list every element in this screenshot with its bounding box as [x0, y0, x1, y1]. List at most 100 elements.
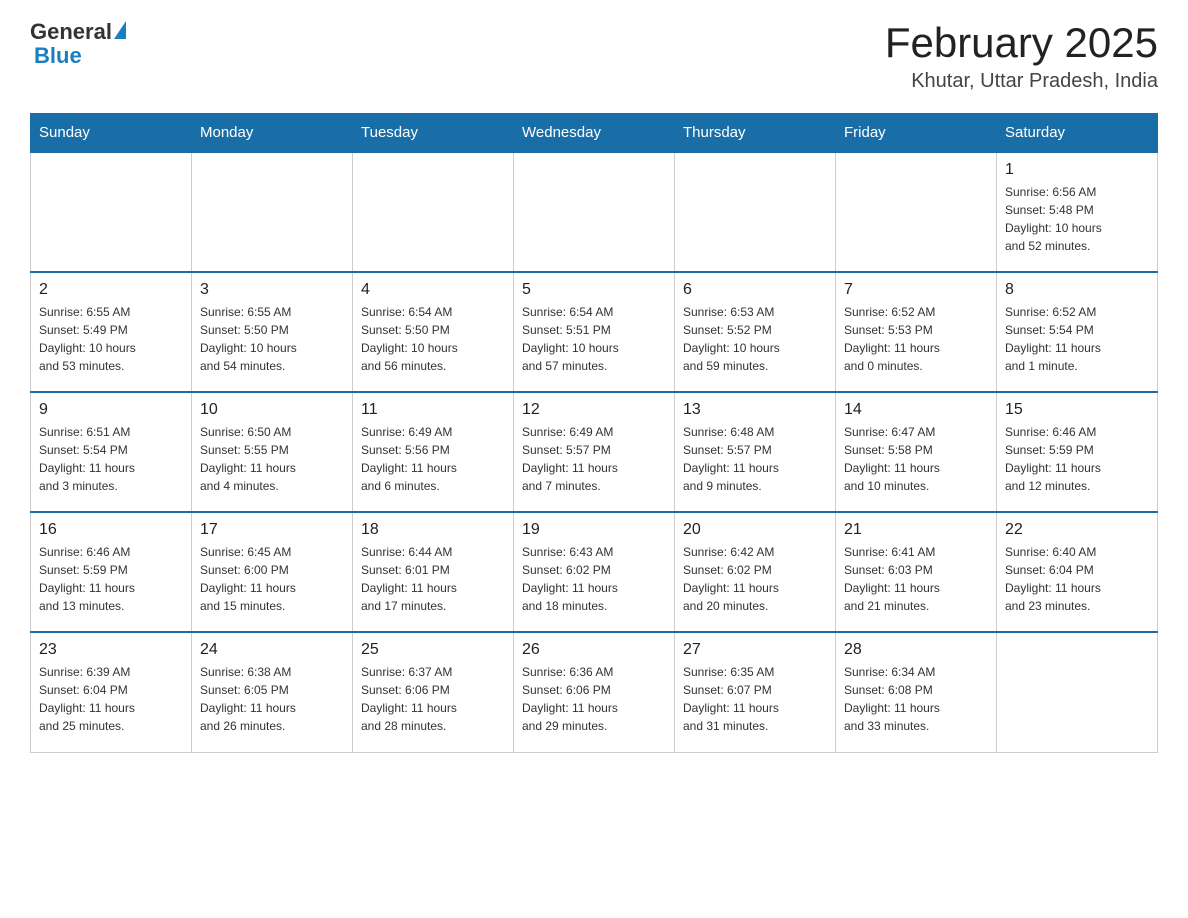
day-number: 9	[39, 401, 183, 419]
day-info: Sunrise: 6:52 AM Sunset: 5:53 PM Dayligh…	[844, 303, 988, 375]
day-number: 5	[522, 281, 666, 299]
calendar-cell: 25 Sunrise: 6:37 AM Sunset: 6:06 PM Dayli…	[353, 632, 514, 752]
day-info: Sunrise: 6:54 AM Sunset: 5:51 PM Dayligh…	[522, 303, 666, 375]
day-info: Sunrise: 6:41 AM Sunset: 6:03 PM Dayligh…	[844, 543, 988, 615]
day-info: Sunrise: 6:55 AM Sunset: 5:49 PM Dayligh…	[39, 303, 183, 375]
weekday-header-wednesday: Wednesday	[514, 114, 675, 153]
day-number: 14	[844, 401, 988, 419]
calendar-cell	[31, 152, 192, 272]
calendar-cell: 6 Sunrise: 6:53 AM Sunset: 5:52 PM Daylig…	[675, 272, 836, 392]
day-number: 8	[1005, 281, 1149, 299]
day-number: 26	[522, 641, 666, 659]
day-info: Sunrise: 6:49 AM Sunset: 5:57 PM Dayligh…	[522, 423, 666, 495]
calendar-cell: 26 Sunrise: 6:36 AM Sunset: 6:06 PM Dayli…	[514, 632, 675, 752]
logo: General Blue	[30, 20, 126, 68]
calendar-cell: 1 Sunrise: 6:56 AM Sunset: 5:48 PM Daylig…	[997, 152, 1158, 272]
calendar-cell: 8 Sunrise: 6:52 AM Sunset: 5:54 PM Daylig…	[997, 272, 1158, 392]
calendar-cell	[997, 632, 1158, 752]
day-info: Sunrise: 6:34 AM Sunset: 6:08 PM Dayligh…	[844, 663, 988, 735]
week-row-3: 9Sunrise: 6:51 AM Sunset: 5:54 PM Daylig…	[31, 392, 1158, 512]
day-number: 18	[361, 521, 505, 539]
week-row-4: 16 Sunrise: 6:46 AM Sunset: 5:59 PM Dayli…	[31, 512, 1158, 632]
calendar-cell	[514, 152, 675, 272]
day-info: Sunrise: 6:44 AM Sunset: 6:01 PM Dayligh…	[361, 543, 505, 615]
calendar-cell	[353, 152, 514, 272]
day-info: Sunrise: 6:49 AM Sunset: 5:56 PM Dayligh…	[361, 423, 505, 495]
day-number: 21	[844, 521, 988, 539]
calendar-cell: 3Sunrise: 6:55 AM Sunset: 5:50 PM Daylig…	[192, 272, 353, 392]
day-number: 7	[844, 281, 988, 299]
weekday-header-monday: Monday	[192, 114, 353, 153]
calendar-cell	[192, 152, 353, 272]
calendar-cell: 17Sunrise: 6:45 AM Sunset: 6:00 PM Dayli…	[192, 512, 353, 632]
week-row-1: 1 Sunrise: 6:56 AM Sunset: 5:48 PM Daylig…	[31, 152, 1158, 272]
day-number: 15	[1005, 401, 1149, 419]
logo-general-text: General	[30, 20, 112, 44]
day-info: Sunrise: 6:36 AM Sunset: 6:06 PM Dayligh…	[522, 663, 666, 735]
day-info: Sunrise: 6:56 AM Sunset: 5:48 PM Dayligh…	[1005, 183, 1149, 255]
day-info: Sunrise: 6:47 AM Sunset: 5:58 PM Dayligh…	[844, 423, 988, 495]
calendar-cell: 7 Sunrise: 6:52 AM Sunset: 5:53 PM Daylig…	[836, 272, 997, 392]
day-number: 23	[39, 641, 183, 659]
logo-blue-text: Blue	[34, 43, 82, 68]
week-row-5: 23Sunrise: 6:39 AM Sunset: 6:04 PM Dayli…	[31, 632, 1158, 752]
day-number: 17	[200, 521, 344, 539]
calendar-cell: 16 Sunrise: 6:46 AM Sunset: 5:59 PM Dayli…	[31, 512, 192, 632]
calendar-cell: 10Sunrise: 6:50 AM Sunset: 5:55 PM Dayli…	[192, 392, 353, 512]
calendar-cell: 11Sunrise: 6:49 AM Sunset: 5:56 PM Dayli…	[353, 392, 514, 512]
calendar-cell: 9Sunrise: 6:51 AM Sunset: 5:54 PM Daylig…	[31, 392, 192, 512]
calendar-cell: 27 Sunrise: 6:35 AM Sunset: 6:07 PM Dayli…	[675, 632, 836, 752]
day-number: 6	[683, 281, 827, 299]
day-number: 22	[1005, 521, 1149, 539]
day-number: 2	[39, 281, 183, 299]
day-number: 16	[39, 521, 183, 539]
day-info: Sunrise: 6:55 AM Sunset: 5:50 PM Dayligh…	[200, 303, 344, 375]
day-info: Sunrise: 6:40 AM Sunset: 6:04 PM Dayligh…	[1005, 543, 1149, 615]
calendar-cell: 24 Sunrise: 6:38 AM Sunset: 6:05 PM Dayli…	[192, 632, 353, 752]
day-info: Sunrise: 6:52 AM Sunset: 5:54 PM Dayligh…	[1005, 303, 1149, 375]
calendar-table: SundayMondayTuesdayWednesdayThursdayFrid…	[30, 113, 1158, 753]
day-info: Sunrise: 6:50 AM Sunset: 5:55 PM Dayligh…	[200, 423, 344, 495]
logo-triangle-icon	[114, 21, 126, 39]
weekday-header-saturday: Saturday	[997, 114, 1158, 153]
weekday-header-friday: Friday	[836, 114, 997, 153]
day-info: Sunrise: 6:46 AM Sunset: 5:59 PM Dayligh…	[39, 543, 183, 615]
calendar-cell: 4 Sunrise: 6:54 AM Sunset: 5:50 PM Daylig…	[353, 272, 514, 392]
page-header: General Blue February 2025 Khutar, Uttar…	[30, 20, 1158, 93]
calendar-cell	[675, 152, 836, 272]
day-info: Sunrise: 6:54 AM Sunset: 5:50 PM Dayligh…	[361, 303, 505, 375]
calendar-cell: 18 Sunrise: 6:44 AM Sunset: 6:01 PM Dayli…	[353, 512, 514, 632]
calendar-cell: 15 Sunrise: 6:46 AM Sunset: 5:59 PM Dayli…	[997, 392, 1158, 512]
month-title: February 2025	[885, 20, 1158, 66]
day-info: Sunrise: 6:38 AM Sunset: 6:05 PM Dayligh…	[200, 663, 344, 735]
weekday-header-sunday: Sunday	[31, 114, 192, 153]
day-number: 24	[200, 641, 344, 659]
day-number: 19	[522, 521, 666, 539]
week-row-2: 2 Sunrise: 6:55 AM Sunset: 5:49 PM Daylig…	[31, 272, 1158, 392]
day-number: 20	[683, 521, 827, 539]
day-info: Sunrise: 6:35 AM Sunset: 6:07 PM Dayligh…	[683, 663, 827, 735]
calendar-cell: 28 Sunrise: 6:34 AM Sunset: 6:08 PM Dayli…	[836, 632, 997, 752]
day-info: Sunrise: 6:46 AM Sunset: 5:59 PM Dayligh…	[1005, 423, 1149, 495]
calendar-cell: 5 Sunrise: 6:54 AM Sunset: 5:51 PM Daylig…	[514, 272, 675, 392]
day-number: 27	[683, 641, 827, 659]
day-number: 4	[361, 281, 505, 299]
weekday-header-thursday: Thursday	[675, 114, 836, 153]
day-info: Sunrise: 6:37 AM Sunset: 6:06 PM Dayligh…	[361, 663, 505, 735]
day-number: 28	[844, 641, 988, 659]
day-number: 1	[1005, 161, 1149, 179]
calendar-cell: 19 Sunrise: 6:43 AM Sunset: 6:02 PM Dayli…	[514, 512, 675, 632]
weekday-header-row: SundayMondayTuesdayWednesdayThursdayFrid…	[31, 114, 1158, 153]
day-info: Sunrise: 6:48 AM Sunset: 5:57 PM Dayligh…	[683, 423, 827, 495]
calendar-cell: 13Sunrise: 6:48 AM Sunset: 5:57 PM Dayli…	[675, 392, 836, 512]
calendar-cell: 22 Sunrise: 6:40 AM Sunset: 6:04 PM Dayli…	[997, 512, 1158, 632]
day-number: 25	[361, 641, 505, 659]
calendar-cell	[836, 152, 997, 272]
location-text: Khutar, Uttar Pradesh, India	[885, 70, 1158, 93]
calendar-cell: 2 Sunrise: 6:55 AM Sunset: 5:49 PM Daylig…	[31, 272, 192, 392]
day-info: Sunrise: 6:42 AM Sunset: 6:02 PM Dayligh…	[683, 543, 827, 615]
day-number: 12	[522, 401, 666, 419]
day-info: Sunrise: 6:53 AM Sunset: 5:52 PM Dayligh…	[683, 303, 827, 375]
title-section: February 2025 Khutar, Uttar Pradesh, Ind…	[885, 20, 1158, 93]
day-info: Sunrise: 6:43 AM Sunset: 6:02 PM Dayligh…	[522, 543, 666, 615]
